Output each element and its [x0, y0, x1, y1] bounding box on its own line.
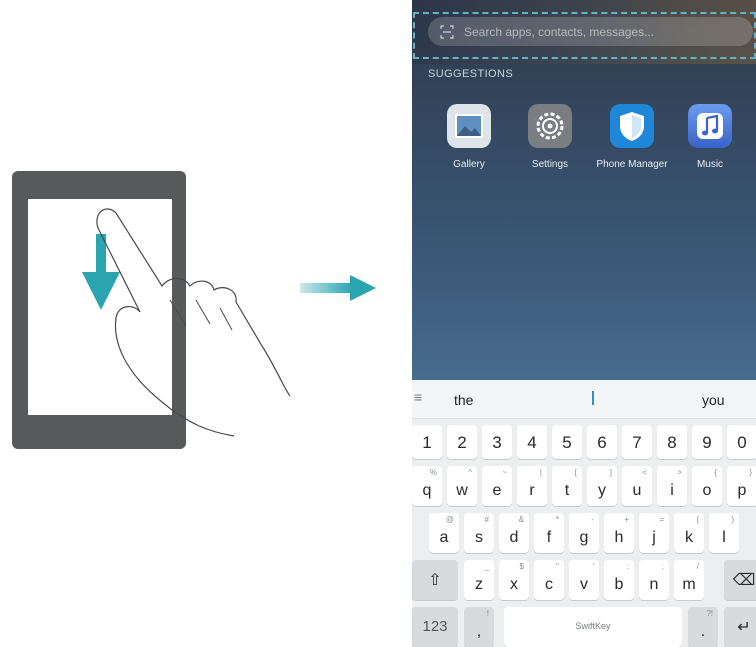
- period-key[interactable]: ?!.: [688, 607, 718, 647]
- key-r[interactable]: | r: [517, 466, 547, 506]
- key-j[interactable]: = j: [639, 513, 669, 553]
- key-8[interactable]: 8: [657, 425, 687, 459]
- phone-screen: Search apps, contacts, messages... SUGGE…: [412, 0, 756, 647]
- key-9[interactable]: 9: [692, 425, 722, 459]
- key-o[interactable]: {o: [692, 466, 722, 506]
- key-d[interactable]: & d: [499, 513, 529, 553]
- swiftkey-logo: SwiftKey: [575, 621, 611, 631]
- key-m[interactable]: / m: [674, 560, 704, 600]
- backspace-key[interactable]: ⌫: [724, 560, 756, 600]
- key-b[interactable]: :b: [604, 560, 634, 600]
- key-f[interactable]: * f: [534, 513, 564, 553]
- key-i[interactable]: > i: [657, 466, 687, 506]
- symbols-key[interactable]: 123: [412, 607, 458, 647]
- key-e[interactable]: ~ e: [482, 466, 512, 506]
- key-6[interactable]: 6: [587, 425, 617, 459]
- prediction-bar: ≡ the you: [412, 380, 756, 419]
- app-label: Music: [696, 159, 724, 170]
- key-c[interactable]: " c: [534, 560, 564, 600]
- app-settings[interactable]: Settings: [510, 104, 590, 170]
- key-q[interactable]: % q: [412, 466, 442, 506]
- app-label: Phone Manager: [596, 159, 668, 170]
- gallery-icon: [447, 104, 491, 148]
- key-t[interactable]: [t: [552, 466, 582, 506]
- phone-manager-icon: [610, 104, 654, 148]
- key-0[interactable]: 0: [727, 425, 756, 459]
- app-music[interactable]: Music: [670, 104, 750, 170]
- key-v[interactable]: ' v: [569, 560, 599, 600]
- key-s[interactable]: # s: [464, 513, 494, 553]
- key-2[interactable]: 2: [447, 425, 477, 459]
- app-label: Gallery: [453, 159, 485, 170]
- key-h[interactable]: + h: [604, 513, 634, 553]
- search-highlight-frame: [413, 12, 756, 59]
- key-x[interactable]: $ x: [499, 560, 529, 600]
- app-phone-manager[interactable]: Phone Manager: [592, 104, 672, 170]
- keyboard-menu-icon[interactable]: ≡: [414, 389, 422, 405]
- arrow-right-icon: [300, 275, 376, 301]
- key-4[interactable]: 4: [517, 425, 547, 459]
- key-3[interactable]: 3: [482, 425, 512, 459]
- music-icon: [688, 104, 732, 148]
- app-gallery[interactable]: Gallery: [429, 104, 509, 170]
- settings-icon: [528, 104, 572, 148]
- shift-key[interactable]: ⇧: [412, 560, 458, 600]
- backspace-icon: ⌫: [732, 572, 756, 589]
- key-u[interactable]: < u: [622, 466, 652, 506]
- key-p[interactable]: } p: [727, 466, 756, 506]
- enter-icon: ↵: [737, 619, 751, 636]
- suggested-apps: Gallery Settings Phone Manager Music: [412, 104, 756, 174]
- key-n[interactable]: ; n: [639, 560, 669, 600]
- key-y[interactable]: ] y: [587, 466, 617, 506]
- key-5[interactable]: 5: [552, 425, 582, 459]
- prediction-left[interactable]: the: [454, 392, 473, 408]
- prediction-right[interactable]: you: [702, 392, 725, 408]
- key-z[interactable]: _ z: [464, 560, 494, 600]
- key-w[interactable]: ^ w: [447, 466, 477, 506]
- comma-key[interactable]: !,: [464, 607, 494, 647]
- key-1[interactable]: 1: [412, 425, 442, 459]
- enter-key[interactable]: ↵: [724, 607, 756, 647]
- key-k[interactable]: (k: [674, 513, 704, 553]
- swiftkey-keyboard: ≡ the you 1 2 3 4 5 6 7 8 9 0 % q ^ w ~ e |…: [412, 380, 756, 647]
- key-a[interactable]: @ a: [429, 513, 459, 553]
- shift-icon: ⇧: [428, 572, 442, 589]
- key-l[interactable]: ) l: [709, 513, 739, 553]
- key-g[interactable]: -g: [569, 513, 599, 553]
- key-7[interactable]: 7: [622, 425, 652, 459]
- suggestions-heading: SUGGESTIONS: [428, 68, 514, 80]
- space-bar[interactable]: SwiftKey: [504, 607, 682, 647]
- text-cursor: [592, 391, 594, 405]
- app-label: Settings: [531, 159, 569, 170]
- swipe-down-gesture-icon: [82, 208, 291, 437]
